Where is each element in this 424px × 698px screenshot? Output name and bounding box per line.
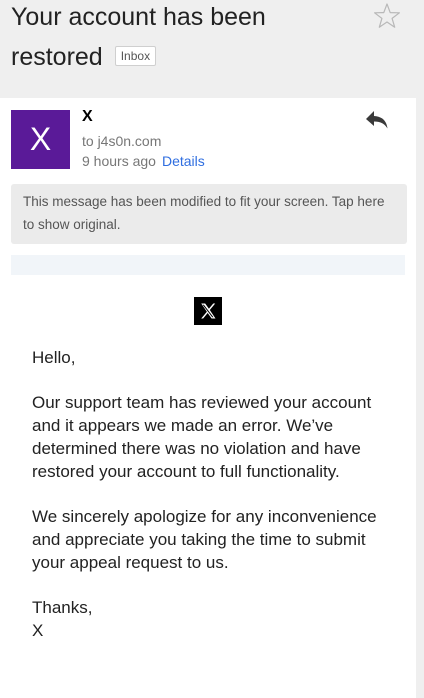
recipient-line: to j4s0n.com — [82, 133, 162, 149]
subject-line-2: restored Inbox — [11, 40, 371, 75]
sign-off-text: Thanks, — [32, 598, 93, 617]
sign-off: Thanks, X — [32, 596, 392, 642]
subject-line-2-text: restored — [11, 43, 103, 71]
reply-icon[interactable] — [365, 110, 389, 130]
greeting: Hello, — [32, 348, 76, 367]
star-icon[interactable] — [373, 2, 401, 30]
paragraph-1: Our support team has reviewed your accou… — [32, 393, 372, 481]
message-body: Hello, Our support team has reviewed you… — [32, 346, 392, 642]
timestamp-line: 9 hours ago Details — [82, 153, 205, 169]
details-link[interactable]: Details — [162, 153, 205, 169]
sender-name[interactable]: X — [82, 108, 93, 126]
sender-avatar: X — [11, 110, 70, 169]
x-logo-icon — [194, 297, 222, 325]
subject-line-1: Your account has been — [11, 3, 266, 31]
message-card: X X to j4s0n.com 9 hours ago Details This… — [0, 98, 416, 698]
email-subject: Your account has been restored Inbox — [11, 0, 371, 75]
header-divider-bar — [11, 255, 405, 275]
modified-notice[interactable]: This message has been modified to fit yo… — [11, 184, 407, 244]
folder-badge[interactable]: Inbox — [114, 45, 157, 66]
timestamp: 9 hours ago — [82, 153, 156, 169]
paragraph-2: We sincerely apologize for any inconveni… — [32, 507, 377, 572]
signature: X — [32, 621, 44, 640]
